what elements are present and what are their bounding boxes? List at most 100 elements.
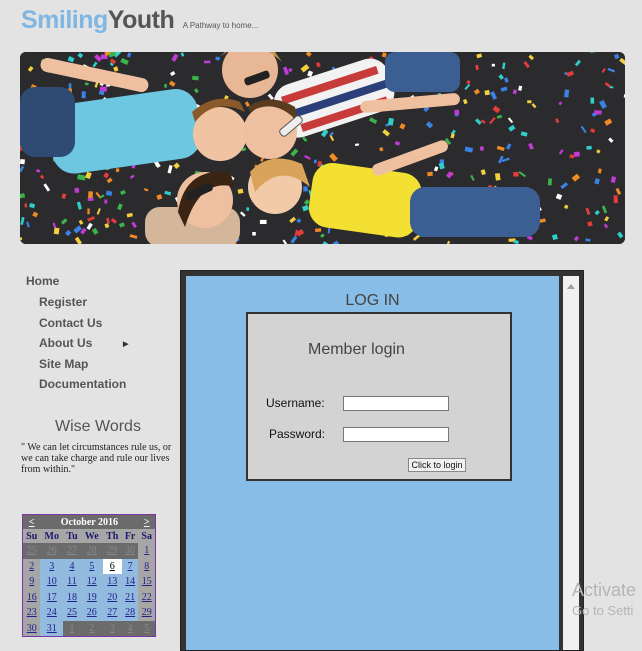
calendar-day-link[interactable]: 5 xyxy=(89,561,94,572)
logo-text-youth: Youth xyxy=(108,6,174,34)
calendar-day-link[interactable]: 31 xyxy=(47,623,57,634)
calendar-week: 9 10 11 12 13 14 15 xyxy=(23,574,155,590)
username-input[interactable] xyxy=(343,396,449,411)
calendar-day-cell: 26 xyxy=(40,543,63,559)
calendar-day-link[interactable]: 11 xyxy=(67,576,77,587)
banner-illustration xyxy=(20,52,625,244)
calendar-day-cell: 30 xyxy=(23,621,40,637)
calendar-day-link[interactable]: 29 xyxy=(107,545,117,556)
page-title: LOG IN xyxy=(186,292,559,310)
calendar-day-link[interactable]: 8 xyxy=(144,561,149,572)
calendar-day-link[interactable]: 13 xyxy=(107,576,117,587)
login-button[interactable]: Click to login xyxy=(408,458,466,472)
calendar-day-cell: 25 xyxy=(63,605,81,621)
calendar-day-link[interactable]: 3 xyxy=(49,561,54,572)
nav-item-contact-us[interactable]: Contact Us xyxy=(39,316,126,337)
calendar-day-cell: 5 xyxy=(138,621,155,637)
watermark-line2: Go to Setti xyxy=(572,603,636,618)
calendar-day-link[interactable]: 30 xyxy=(27,623,37,634)
calendar-day-link[interactable]: 20 xyxy=(107,592,117,603)
calendar-day-link[interactable]: 21 xyxy=(125,592,135,603)
sidebar-nav: Home Register Contact Us About Us ▶ Site… xyxy=(26,274,126,398)
nav-item-about-us[interactable]: About Us ▶ xyxy=(39,336,126,357)
calendar-day-cell: 16 xyxy=(23,590,40,606)
calendar-day-cell: 15 xyxy=(138,574,155,590)
watermark-line1: Activate xyxy=(572,580,636,600)
hero-banner-image xyxy=(20,52,625,244)
calendar-day-cell: 28 xyxy=(122,605,139,621)
calendar-day-link[interactable]: 24 xyxy=(47,607,57,618)
calendar-day-link[interactable]: 18 xyxy=(67,592,77,603)
calendar-day-link[interactable]: 29 xyxy=(142,607,152,618)
calendar-day-link[interactable]: 6 xyxy=(110,561,115,572)
calendar-day-link[interactable]: 30 xyxy=(125,545,135,556)
calendar-day-link[interactable]: 9 xyxy=(29,576,34,587)
calendar-prev-link[interactable]: < xyxy=(23,515,40,529)
nav-item-register[interactable]: Register xyxy=(39,295,126,316)
calendar-day-header: Mo xyxy=(40,529,63,543)
calendar-day-link[interactable]: 17 xyxy=(47,592,57,603)
calendar-day-link[interactable]: 27 xyxy=(67,545,77,556)
calendar-next-link[interactable]: > xyxy=(138,515,155,529)
calendar: < October 2016 > SuMoTuWeThFrSa 25262728… xyxy=(22,514,156,637)
calendar-day-link[interactable]: 2 xyxy=(89,623,94,634)
calendar-week: 25 26 27 28 29 30 1 xyxy=(23,543,155,559)
calendar-day-link[interactable]: 28 xyxy=(87,545,97,556)
calendar-day-cell: 26 xyxy=(81,605,103,621)
calendar-day-link[interactable]: 5 xyxy=(144,623,149,634)
calendar-day-link[interactable]: 26 xyxy=(47,545,57,556)
calendar-day-cell: 13 xyxy=(103,574,122,590)
password-label: Password: xyxy=(269,427,325,441)
calendar-week: 30 31 1 2 3 45 xyxy=(23,621,155,637)
calendar-day-link[interactable]: 10 xyxy=(47,576,57,587)
calendar-day-link[interactable]: 4 xyxy=(128,623,133,634)
calendar-day-link[interactable]: 16 xyxy=(27,592,37,603)
nav-item-home[interactable]: Home xyxy=(26,274,126,288)
calendar-day-link[interactable]: 14 xyxy=(125,576,135,587)
site-tagline: A Pathway to home... xyxy=(183,21,259,30)
calendar-day-link[interactable]: 1 xyxy=(69,623,74,634)
calendar-day-cell: 6 xyxy=(103,559,122,575)
calendar-day-link[interactable]: 25 xyxy=(27,545,37,556)
calendar-day-cell: 30 xyxy=(122,543,139,559)
nav-item-site-map[interactable]: Site Map xyxy=(39,357,126,378)
wise-words-quote: " We can let circumstances rule us, or w… xyxy=(21,442,173,475)
calendar-day-cell: 31 xyxy=(40,621,63,637)
calendar-day-link[interactable]: 27 xyxy=(107,607,117,618)
calendar-day-link[interactable]: 1 xyxy=(144,545,149,556)
calendar-day-header: Tu xyxy=(63,529,81,543)
calendar-day-header: Th xyxy=(103,529,122,543)
calendar-day-link[interactable]: 19 xyxy=(87,592,97,603)
calendar-day-cell: 28 xyxy=(81,543,103,559)
calendar-day-cell: 23 xyxy=(23,605,40,621)
calendar-day-link[interactable]: 26 xyxy=(87,607,97,618)
calendar-day-cell: 27 xyxy=(63,543,81,559)
calendar-day-link[interactable]: 23 xyxy=(27,607,37,618)
logo-text-smiling: Smiling xyxy=(21,6,108,34)
calendar-day-cell: 12 xyxy=(81,574,103,590)
scroll-up-arrow-icon[interactable] xyxy=(567,284,575,289)
windows-activation-watermark: Activate Go to Setti xyxy=(572,580,636,618)
calendar-day-cell: 29 xyxy=(138,605,155,621)
password-input[interactable] xyxy=(343,427,449,442)
calendar-day-cell: 5 xyxy=(81,559,103,575)
calendar-day-cell: 27 xyxy=(103,605,122,621)
content-area: LOG IN Member login Username: Password: … xyxy=(186,276,559,650)
calendar-day-link[interactable]: 15 xyxy=(142,576,152,587)
calendar-day-link[interactable]: 2 xyxy=(29,561,34,572)
calendar-day-link[interactable]: 12 xyxy=(87,576,97,587)
calendar-day-header: Fr xyxy=(122,529,139,543)
calendar-day-headers: SuMoTuWeThFrSa xyxy=(23,529,155,543)
site-logo[interactable]: SmilingYouth A Pathway to home... xyxy=(21,6,258,35)
calendar-day-link[interactable]: 7 xyxy=(128,561,133,572)
calendar-day-cell: 3 xyxy=(103,621,122,637)
username-label: Username: xyxy=(266,396,325,410)
calendar-day-link[interactable]: 22 xyxy=(142,592,152,603)
calendar-header: < October 2016 > xyxy=(23,515,155,529)
calendar-day-link[interactable]: 25 xyxy=(67,607,77,618)
calendar-weeks: 2526272829301234567891011121314151617181… xyxy=(23,543,155,636)
nav-item-documentation[interactable]: Documentation xyxy=(39,377,126,398)
calendar-day-link[interactable]: 28 xyxy=(125,607,135,618)
calendar-day-link[interactable]: 3 xyxy=(110,623,115,634)
calendar-day-link[interactable]: 4 xyxy=(69,561,74,572)
